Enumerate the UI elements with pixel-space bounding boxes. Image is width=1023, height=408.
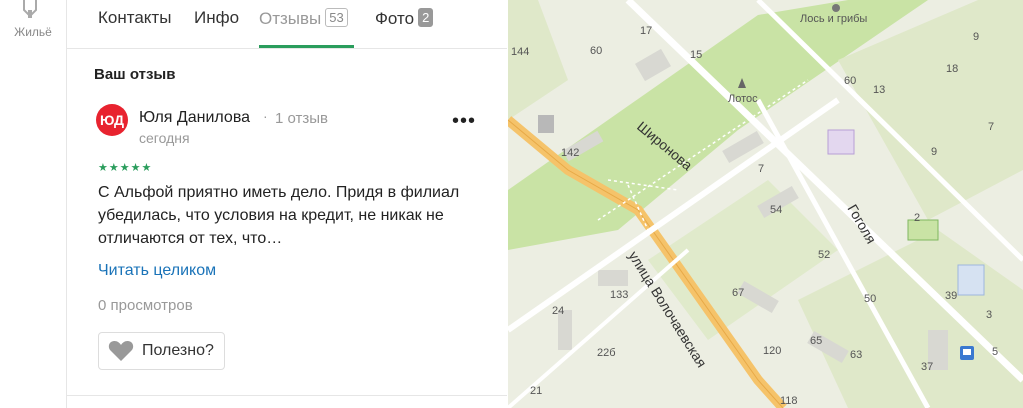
tab-contacts[interactable]: Контакты: [98, 8, 171, 28]
house-number: 24: [552, 305, 564, 317]
house-number: 142: [561, 147, 579, 159]
house-number: 3: [986, 309, 992, 321]
house-number: 60: [844, 75, 856, 87]
house-number: 120: [763, 345, 781, 357]
house-number: 63: [850, 349, 862, 361]
divider: [67, 395, 507, 396]
rating-stars: ★★★★★: [98, 162, 153, 174]
house-number: 5: [992, 346, 998, 358]
tab-photos-label: Фото: [375, 9, 415, 28]
active-tab-indicator: [259, 45, 354, 48]
photos-count-badge: 2: [418, 8, 434, 27]
house-number: 54: [770, 204, 782, 216]
house-number: 7: [988, 121, 994, 133]
reviews-count-badge: 53: [325, 8, 348, 27]
house-number: 60: [590, 45, 602, 57]
house-number: 118: [780, 395, 798, 407]
building-icon[interactable]: [16, 0, 46, 20]
house-number: 67: [732, 287, 744, 299]
heart-icon: [108, 340, 134, 361]
tab-info[interactable]: Инфо: [194, 8, 239, 28]
more-options-icon[interactable]: •••: [452, 110, 476, 133]
author-name[interactable]: Юля Данилова: [139, 109, 250, 127]
house-number: 52: [818, 249, 830, 261]
tab-reviews-label: Отзывы: [259, 9, 322, 28]
house-number: 50: [864, 293, 876, 305]
read-more-link[interactable]: Читать целиком: [98, 262, 216, 280]
author-reviews-count[interactable]: 1 отзыв: [275, 110, 328, 127]
tab-bar: Контакты Инфо Отзывы 53 Фото 2: [67, 0, 507, 49]
tab-photos[interactable]: Фото 2: [375, 8, 434, 29]
house-number: 17: [640, 25, 652, 37]
tab-contacts-label: Контакты: [98, 8, 172, 27]
house-number: 7: [758, 163, 764, 175]
house-number: 21: [530, 385, 542, 397]
poi-label[interactable]: Лось и грибы: [800, 13, 867, 25]
place-panel: Контакты Инфо Отзывы 53 Фото 2 Ваш отзыв Ю…: [67, 0, 507, 408]
useful-label: Полезно?: [142, 342, 214, 359]
avatar[interactable]: ЮД: [96, 104, 128, 136]
house-number: 39: [945, 290, 957, 302]
review-text: С Альфой приятно иметь дело. Придя в фил…: [98, 184, 460, 247]
views-count: 0 просмотров: [98, 297, 193, 314]
section-title: Ваш отзыв: [94, 66, 176, 83]
rail-label[interactable]: Жильё: [0, 25, 66, 39]
house-number: 22б: [597, 347, 616, 359]
useful-button[interactable]: Полезно?: [98, 332, 225, 370]
map-view[interactable]: Лось и грибы Лотос Широнова Гоголя улица…: [508, 0, 1023, 408]
tab-reviews[interactable]: Отзывы 53: [259, 8, 348, 29]
left-rail: Жильё: [0, 0, 67, 408]
house-number: 15: [690, 49, 702, 61]
house-number: 9: [931, 146, 937, 158]
house-number: 2: [914, 212, 920, 224]
house-number: 37: [921, 361, 933, 373]
map-canvas[interactable]: Лось и грибы Лотос Широнова Гоголя улица…: [508, 0, 1023, 408]
house-number: 13: [873, 84, 885, 96]
house-number: 133: [610, 289, 628, 301]
house-number: 18: [946, 63, 958, 75]
review-date: сегодня: [139, 130, 190, 146]
separator-dot: ·: [263, 108, 268, 124]
house-number: 144: [511, 46, 529, 58]
house-number: 9: [973, 31, 979, 43]
poi-label[interactable]: Лотос: [728, 93, 758, 105]
tab-info-label: Инфо: [194, 8, 240, 27]
house-number: 65: [810, 335, 822, 347]
